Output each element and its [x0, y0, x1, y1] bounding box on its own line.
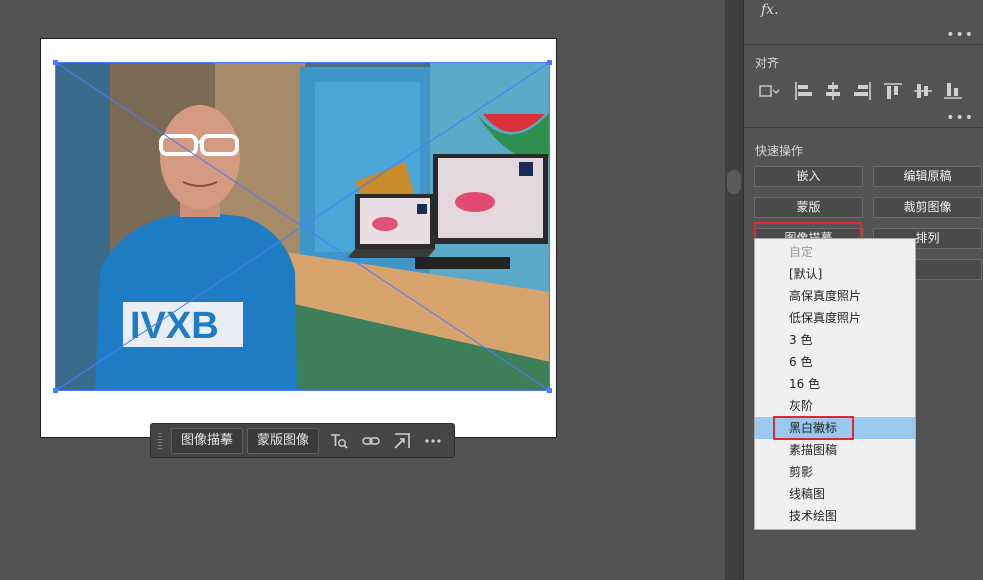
menu-item-silhouettes[interactable]: 剪影	[755, 461, 915, 483]
handle-top-left[interactable]	[53, 60, 58, 65]
menu-item-grayscale[interactable]: 灰阶	[755, 395, 915, 417]
align-left-icon[interactable]	[792, 80, 814, 102]
align-top-icon[interactable]	[882, 80, 904, 102]
edit-original-button[interactable]: 编辑原稿	[873, 166, 982, 187]
align-bottom-icon[interactable]	[942, 80, 964, 102]
align-to-dropdown-icon[interactable]	[757, 80, 780, 102]
menu-item-high-fidelity-photo[interactable]: 高保真度照片	[755, 285, 915, 307]
divider	[744, 127, 983, 128]
crop-image-button[interactable]: 裁剪图像	[873, 197, 982, 218]
grip-handle[interactable]	[158, 433, 162, 450]
menu-item-16-colors[interactable]: 16 色	[755, 373, 915, 395]
fx-icon[interactable]: fx.	[761, 2, 779, 18]
more-options-icon[interactable]	[423, 432, 443, 450]
align-section-title: 对齐	[755, 56, 780, 70]
splitter-knob[interactable]	[727, 170, 741, 194]
more-icon[interactable]: •••	[946, 28, 974, 42]
canvas-area[interactable]: IVXB 图像描摹 蒙版图像	[0, 0, 725, 580]
handle-top-right[interactable]	[547, 60, 552, 65]
menu-item-default[interactable]: [默认]	[755, 263, 915, 285]
more-icon[interactable]: •••	[946, 111, 974, 125]
embed-button[interactable]: 嵌入	[754, 166, 863, 187]
highlight-black-white-logo	[773, 416, 854, 440]
divider	[744, 44, 983, 45]
link-icon[interactable]	[361, 432, 381, 450]
menu-item-technical-drawing[interactable]: 技术绘图	[755, 505, 915, 527]
image-trace-button[interactable]: 图像描摹	[171, 428, 243, 454]
mask-button[interactable]: 蒙版	[754, 197, 863, 218]
panel-splitter[interactable]	[725, 0, 743, 580]
text-search-icon[interactable]	[329, 432, 349, 450]
mask-image-button[interactable]: 蒙版图像	[247, 428, 319, 454]
quick-actions-title: 快速操作	[755, 144, 804, 158]
crop-arrow-icon[interactable]	[392, 432, 412, 450]
menu-item-low-fidelity-photo[interactable]: 低保真度照片	[755, 307, 915, 329]
menu-item-6-colors[interactable]: 6 色	[755, 351, 915, 373]
align-vertical-center-icon[interactable]	[912, 80, 934, 102]
menu-item-line-art[interactable]: 线稿图	[755, 483, 915, 505]
placed-image[interactable]: IVXB	[55, 62, 550, 391]
handle-bottom-right[interactable]	[547, 388, 552, 393]
trace-preset-menu: 自定 [默认] 高保真度照片 低保真度照片 3 色 6 色 16 色 灰阶 黑白…	[754, 238, 916, 530]
handle-bottom-left[interactable]	[53, 388, 58, 393]
menu-item-3-colors[interactable]: 3 色	[755, 329, 915, 351]
menu-item-sketched-art[interactable]: 素描图稿	[755, 439, 915, 461]
contextual-task-bar: 图像描摹 蒙版图像	[150, 423, 455, 458]
menu-item-custom[interactable]: 自定	[755, 241, 915, 263]
align-horizontal-center-icon[interactable]	[822, 80, 844, 102]
align-right-icon[interactable]	[852, 80, 874, 102]
artboard[interactable]: IVXB	[40, 38, 557, 438]
